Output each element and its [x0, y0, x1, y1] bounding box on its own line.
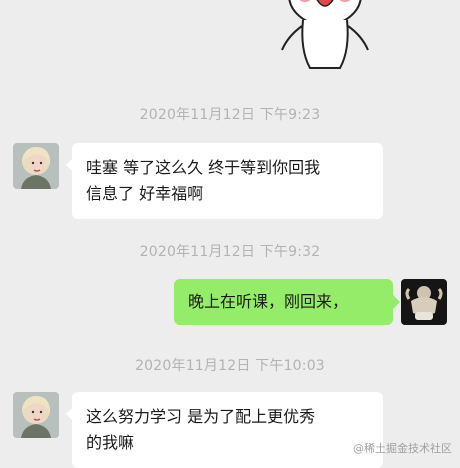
cartoon-character-sticker-icon	[281, 0, 369, 69]
timestamp: 2020年11月12日 下午10:03	[135, 358, 325, 374]
avatar[interactable]	[13, 143, 59, 189]
message-bubble-incoming[interactable]: 这么努力学习 是为了配上更优秀 的我嘛	[72, 392, 383, 468]
bubble-tail	[393, 295, 400, 309]
message-line: 哇塞 等了这么久 终于等到你回我	[86, 158, 321, 177]
message-line: 这么努力学习 是为了配上更优秀	[86, 407, 316, 426]
watermark: @稀土掘金技术社区	[353, 442, 452, 455]
sticker-image[interactable]	[270, 0, 380, 75]
timestamp: 2020年11月12日 下午9:23	[139, 107, 321, 123]
avatar[interactable]	[401, 279, 447, 325]
message-line: 信息了 好幸福啊	[86, 184, 204, 203]
message-bubble-incoming[interactable]: 哇塞 等了这么久 终于等到你回我 信息了 好幸福啊	[72, 143, 383, 219]
avatar[interactable]	[13, 392, 59, 438]
blonde-woman-avatar-icon	[13, 392, 59, 438]
blonde-woman-avatar-icon	[13, 143, 59, 189]
message-bubble-outgoing[interactable]: 晚上在听课，刚回来，	[174, 279, 393, 325]
baby-avatar-icon	[401, 279, 447, 325]
message-line: 晚上在听课，刚回来，	[188, 292, 349, 311]
timestamp: 2020年11月12日 下午9:32	[139, 244, 321, 260]
message-line: 的我嘛	[86, 433, 135, 452]
